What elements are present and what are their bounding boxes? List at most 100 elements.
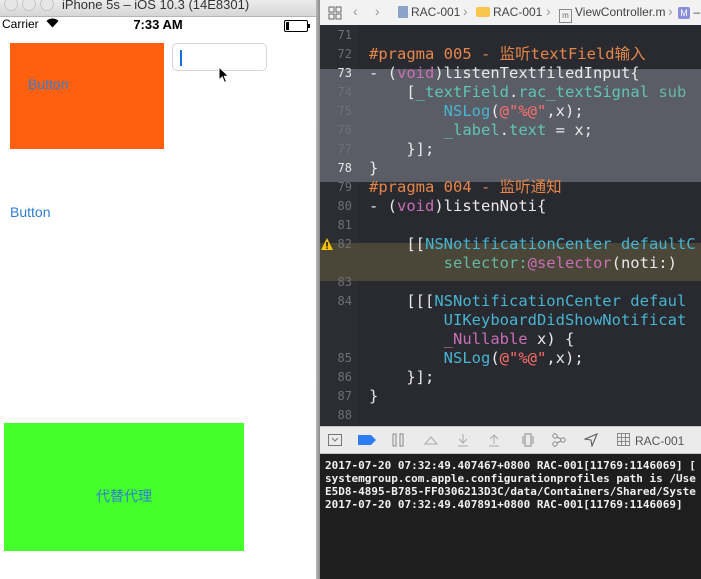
step-into-icon[interactable] [457, 433, 469, 447]
line-number[interactable]: 78 [320, 159, 352, 178]
console-line: E5D8-4895-B785-FF0306213D3C/data/Contain… [325, 485, 696, 498]
line-number[interactable]: 79 [320, 178, 352, 197]
zoom-window-button[interactable] [40, 0, 54, 11]
code-text: - (void)listenTextfiledInput{ [369, 64, 640, 82]
code-line[interactable]: UIKeyboardDidShowNotificat [320, 311, 701, 330]
code-line[interactable]: 78} [320, 159, 701, 178]
code-line[interactable]: 74 [_textField.rac_textSignal sub [320, 83, 701, 102]
line-number[interactable]: 74 [320, 83, 352, 102]
location-arrow-icon[interactable] [584, 433, 598, 447]
code-line[interactable]: 77 }]; [320, 140, 701, 159]
simulator-title: iPhone 5s – iOS 10.3 (14E8301) [62, 0, 250, 12]
console-line: 2017-07-20 07:32:49.407891+0800 RAC-001[… [325, 498, 690, 511]
minimize-window-button[interactable] [22, 0, 36, 11]
code-text: - (void)listenNoti{ [369, 197, 547, 215]
line-number[interactable]: 86 [320, 368, 352, 387]
code-text: #pragma 005 - 监听textField输入 [369, 45, 646, 63]
line-number[interactable]: 73 [320, 64, 352, 83]
jumpbar-group[interactable]: RAC-001 [476, 5, 542, 19]
code-line[interactable]: 80 - (void)listenNoti{ [320, 197, 701, 216]
code-line[interactable]: 88 [320, 406, 701, 425]
status-time: 7:33 AM [133, 17, 183, 32]
code-line[interactable]: 81 [320, 216, 701, 235]
pause-icon[interactable] [392, 433, 404, 447]
code-line[interactable]: 83 [320, 273, 701, 292]
step-over-icon[interactable] [424, 434, 438, 446]
green-button-label: 代替代理 [96, 489, 152, 505]
memory-graph-icon[interactable] [552, 433, 566, 447]
code-text: } [369, 159, 379, 177]
jumpbar-file[interactable]: m ViewController.m [559, 5, 665, 23]
line-number[interactable]: 81 [320, 216, 352, 235]
line-number[interactable]: 83 [320, 273, 352, 292]
close-window-button[interactable] [4, 0, 18, 11]
grid-icon[interactable] [328, 6, 342, 20]
simulator-window: iPhone 5s – iOS 10.3 (14E8301) Carrier 7… [0, 0, 316, 579]
line-number[interactable]: 80 [320, 197, 352, 216]
delegate-replacement-button[interactable]: 代替代理 [4, 423, 244, 551]
text-cursor [180, 50, 182, 66]
orange-button[interactable]: Button [10, 43, 164, 149]
folder-icon [476, 7, 490, 17]
warning-icon[interactable] [320, 237, 334, 251]
breakpoints-icon[interactable] [358, 435, 376, 445]
battery-icon [284, 20, 310, 32]
hide-debug-area-icon[interactable] [328, 434, 342, 446]
plain-button[interactable]: Button [10, 204, 50, 220]
code-line[interactable]: 73 - (void)listenTextfiledInput{ [320, 64, 701, 83]
orange-button-label: Button [28, 76, 69, 92]
line-number[interactable]: 88 [320, 406, 352, 425]
code-line[interactable]: 87} [320, 387, 701, 406]
jumpbar-method[interactable]: M – [678, 5, 700, 19]
line-number[interactable]: 84 [320, 292, 352, 311]
code-text: [_textField.rac_textSignal sub [369, 83, 687, 101]
code-text: _Nullable x) { [443, 330, 575, 348]
code-text: }]; [369, 140, 435, 158]
xcode-jump-bar: ‹ › RAC-001 › RAC-001 › m ViewController.… [320, 0, 701, 26]
objc-file-icon: m [559, 9, 572, 23]
code-text: } [369, 387, 379, 405]
code-line[interactable]: 72 #pragma 005 - 监听textField输入 [320, 45, 701, 64]
code-text: }]; [369, 368, 435, 386]
code-line[interactable]: 76 _label.text = x; [320, 121, 701, 140]
code-line[interactable]: 85 NSLog(@"%@",x); [320, 349, 701, 368]
code-text: selector:@selector(noti:) [369, 254, 677, 272]
code-line[interactable]: _Nullable x) { [320, 330, 701, 349]
code-line[interactable]: 75 NSLog(@"%@",x); [320, 102, 701, 121]
line-number[interactable]: 72 [320, 45, 352, 64]
view-debugger-icon[interactable] [522, 433, 534, 447]
simulator-title-bar: iPhone 5s – iOS 10.3 (14E8301) [0, 0, 316, 17]
code-text: [[[NSNotificationCenter defaul [369, 292, 687, 310]
line-number[interactable]: 77 [320, 140, 352, 159]
forward-arrow-icon[interactable]: › [375, 3, 380, 19]
code-line[interactable]: selector:@selector(noti:) [320, 254, 701, 273]
code-editor[interactable]: 71 72 #pragma 005 - 监听textField输入 73 - (void… [320, 25, 701, 426]
method-badge-icon: M [678, 7, 690, 19]
back-arrow-icon[interactable]: ‹ [353, 3, 358, 19]
line-number[interactable]: 76 [320, 121, 352, 140]
debug-toolbar: RAC-001 [320, 426, 701, 454]
project-icon [398, 6, 408, 18]
code-text: _label.text = x; [443, 121, 593, 139]
jumpbar-project[interactable]: RAC-001 [398, 5, 460, 19]
ios-status-bar: Carrier 7:33 AM [0, 16, 316, 34]
line-number[interactable]: 87 [320, 387, 352, 406]
code-line[interactable]: 86 }]; [320, 368, 701, 387]
code-line[interactable]: 84 [[[NSNotificationCenter defaul [320, 292, 701, 311]
code-text: NSLog(@"%@",x); [443, 102, 584, 120]
line-number[interactable]: 71 [320, 26, 352, 45]
console-output[interactable]: 2017-07-20 07:32:49.407467+0800 RAC-001[… [320, 454, 701, 579]
line-number[interactable]: 75 [320, 102, 352, 121]
code-text: [[NSNotificationCenter defaultC [369, 235, 696, 253]
code-line[interactable]: 82 [[NSNotificationCenter defaultC [320, 235, 701, 254]
line-number[interactable]: 85 [320, 349, 352, 368]
mouse-pointer-icon [218, 66, 230, 84]
debug-scheme-label[interactable]: RAC-001 [635, 434, 684, 448]
code-line[interactable]: 71 [320, 26, 701, 45]
console-line: systemgroup.com.apple.configurationprofi… [325, 472, 696, 485]
step-out-icon[interactable] [488, 433, 500, 447]
code-text: #pragma 004 - 监听通知 [369, 178, 562, 196]
console-line: 2017-07-20 07:32:49.407467+0800 RAC-001[… [325, 459, 696, 472]
code-line[interactable]: 79 #pragma 004 - 监听通知 [320, 178, 701, 197]
scheme-icon [617, 433, 630, 446]
